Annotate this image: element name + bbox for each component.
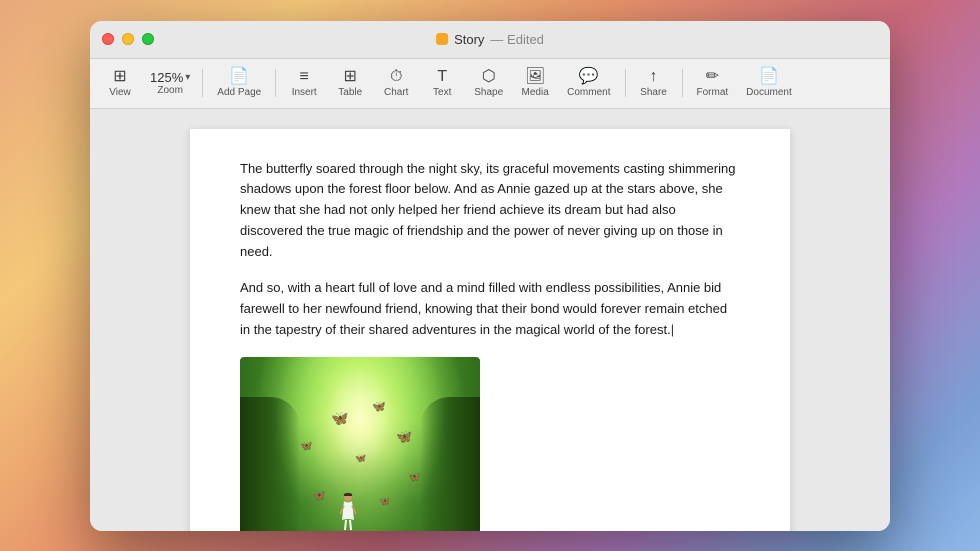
document-area[interactable]: The butterfly soared through the night s… xyxy=(90,109,890,531)
butterfly-3: 🦋 xyxy=(300,441,312,452)
butterfly-4: 🦋 xyxy=(396,429,412,445)
format-label: Format xyxy=(697,87,729,98)
document-icon xyxy=(436,33,448,45)
app-window: Story — Edited ⊞ View 125% ▾ Zoom 📄 Add … xyxy=(90,21,890,531)
table-button[interactable]: ⊞ Table xyxy=(328,65,372,102)
format-icon: ✏ xyxy=(706,69,719,85)
paragraph-1[interactable]: The butterfly soared through the night s… xyxy=(240,159,740,263)
chart-label: Chart xyxy=(384,87,408,98)
toolbar: ⊞ View 125% ▾ Zoom 📄 Add Page ≡ Insert ⊞… xyxy=(90,59,890,109)
share-button[interactable]: ↑ Share xyxy=(632,65,676,102)
add-page-icon: 📄 xyxy=(229,69,249,85)
shape-label: Shape xyxy=(474,87,503,98)
comment-label: Comment xyxy=(567,87,610,98)
zoom-value: 125% xyxy=(150,70,183,85)
shape-button[interactable]: ⬡ Shape xyxy=(466,65,511,102)
comment-icon: 💬 xyxy=(579,69,599,85)
insert-icon: ≡ xyxy=(300,69,309,85)
butterfly-6: 🦋 xyxy=(312,489,326,502)
zoom-chevron-icon: ▾ xyxy=(185,72,190,83)
butterfly-5: 🦋 xyxy=(355,453,366,464)
butterfly-7: 🦋 xyxy=(408,472,420,483)
media-button[interactable]: 🖼 Media xyxy=(513,65,557,102)
title-bar-center: Story — Edited xyxy=(436,32,544,47)
butterfly-1: 🦋 xyxy=(331,410,348,427)
zoom-control[interactable]: 125% ▾ Zoom xyxy=(144,66,196,100)
butterfly-2: 🦋 xyxy=(372,400,386,413)
text-icon: T xyxy=(437,69,447,85)
separator-1 xyxy=(202,69,203,97)
table-icon: ⊞ xyxy=(344,69,357,85)
add-page-label: Add Page xyxy=(217,87,261,98)
view-label: View xyxy=(109,87,131,98)
share-label: Share xyxy=(640,87,667,98)
insert-button[interactable]: ≡ Insert xyxy=(282,65,326,102)
window-title: Story xyxy=(454,32,484,47)
girl-figure xyxy=(338,492,358,531)
butterfly-8: 🦋 xyxy=(379,496,390,507)
insert-label: Insert xyxy=(292,87,317,98)
document-image: 🦋 🦋 🦋 🦋 🦋 🦋 🦋 🦋 xyxy=(240,357,480,531)
media-icon: 🖼 xyxy=(525,69,545,85)
close-button[interactable] xyxy=(102,33,114,45)
chart-button[interactable]: ⏱ Chart xyxy=(374,65,418,102)
paragraph-2[interactable]: And so, with a heart full of love and a … xyxy=(240,278,740,340)
zoom-label: Zoom xyxy=(157,85,183,96)
forest-scene: 🦋 🦋 🦋 🦋 🦋 🦋 🦋 🦋 xyxy=(240,357,480,531)
shape-icon: ⬡ xyxy=(482,69,496,85)
media-label: Media xyxy=(522,87,549,98)
maximize-button[interactable] xyxy=(142,33,154,45)
title-bar: Story — Edited xyxy=(90,21,890,59)
document-page[interactable]: The butterfly soared through the night s… xyxy=(190,129,790,531)
separator-2 xyxy=(275,69,276,97)
traffic-lights xyxy=(102,33,154,45)
minimize-button[interactable] xyxy=(122,33,134,45)
chart-icon: ⏱ xyxy=(390,69,402,85)
view-button[interactable]: ⊞ View xyxy=(98,65,142,102)
document-icon-tb: 📄 xyxy=(759,69,779,85)
text-label: Text xyxy=(433,87,451,98)
comment-button[interactable]: 💬 Comment xyxy=(559,65,618,102)
table-label: Table xyxy=(338,87,362,98)
text-button[interactable]: T Text xyxy=(420,65,464,102)
document-label: Document xyxy=(746,87,792,98)
share-icon: ↑ xyxy=(650,69,658,85)
add-page-button[interactable]: 📄 Add Page xyxy=(209,65,269,102)
separator-4 xyxy=(682,69,683,97)
separator-3 xyxy=(625,69,626,97)
window-subtitle: — Edited xyxy=(490,32,543,47)
document-button[interactable]: 📄 Document xyxy=(738,65,800,102)
format-button[interactable]: ✏ Format xyxy=(689,65,737,102)
butterflies: 🦋 🦋 🦋 🦋 🦋 🦋 🦋 🦋 xyxy=(240,357,480,531)
view-icon: ⊞ xyxy=(113,69,126,85)
